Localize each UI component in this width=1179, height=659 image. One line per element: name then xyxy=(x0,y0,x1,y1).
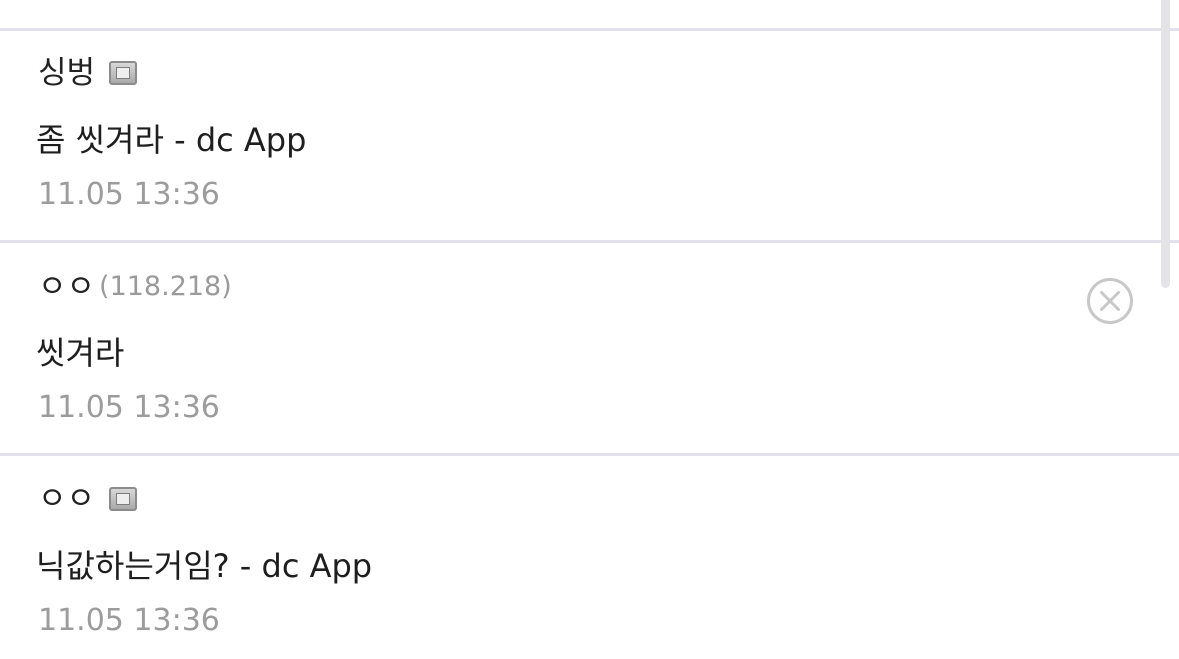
comment-timestamp: 11.05 13:36 xyxy=(38,390,220,425)
comment-divider xyxy=(0,453,1179,456)
comment-author-name[interactable]: 싱벙 xyxy=(38,53,95,93)
comment-divider xyxy=(0,28,1179,31)
comment-text: 닉값하는거임? - dc App xyxy=(36,547,373,585)
comment-timestamp: 11.05 13:36 xyxy=(38,177,220,212)
comment-author-row: ㅇㅇ (118.218) xyxy=(38,267,232,307)
scrollbar-thumb[interactable] xyxy=(1161,0,1170,288)
comment-divider xyxy=(0,240,1179,243)
comment-list: 싱벙 좀 씻겨라 - dc App 11.05 13:36 ㅇㅇ (118.21… xyxy=(0,0,1179,659)
comment-author-name[interactable]: ㅇㅇ xyxy=(38,267,95,307)
comment-author-name[interactable]: ㅇㅇ xyxy=(38,479,95,519)
fixed-nick-badge-icon xyxy=(109,61,138,85)
fixed-nick-badge-icon xyxy=(109,487,138,511)
delete-circle-x-icon xyxy=(1087,278,1133,324)
comment-author-row: 싱벙 xyxy=(38,53,138,93)
comment-author-row: ㅇㅇ xyxy=(38,479,138,519)
comment-text: 좀 씻겨라 - dc App xyxy=(36,121,307,159)
comment-text: 씻겨라 xyxy=(36,334,125,372)
comment-author-ip: (118.218) xyxy=(99,271,232,302)
delete-comment-button[interactable] xyxy=(1086,277,1134,325)
comment-timestamp: 11.05 13:36 xyxy=(38,603,220,638)
